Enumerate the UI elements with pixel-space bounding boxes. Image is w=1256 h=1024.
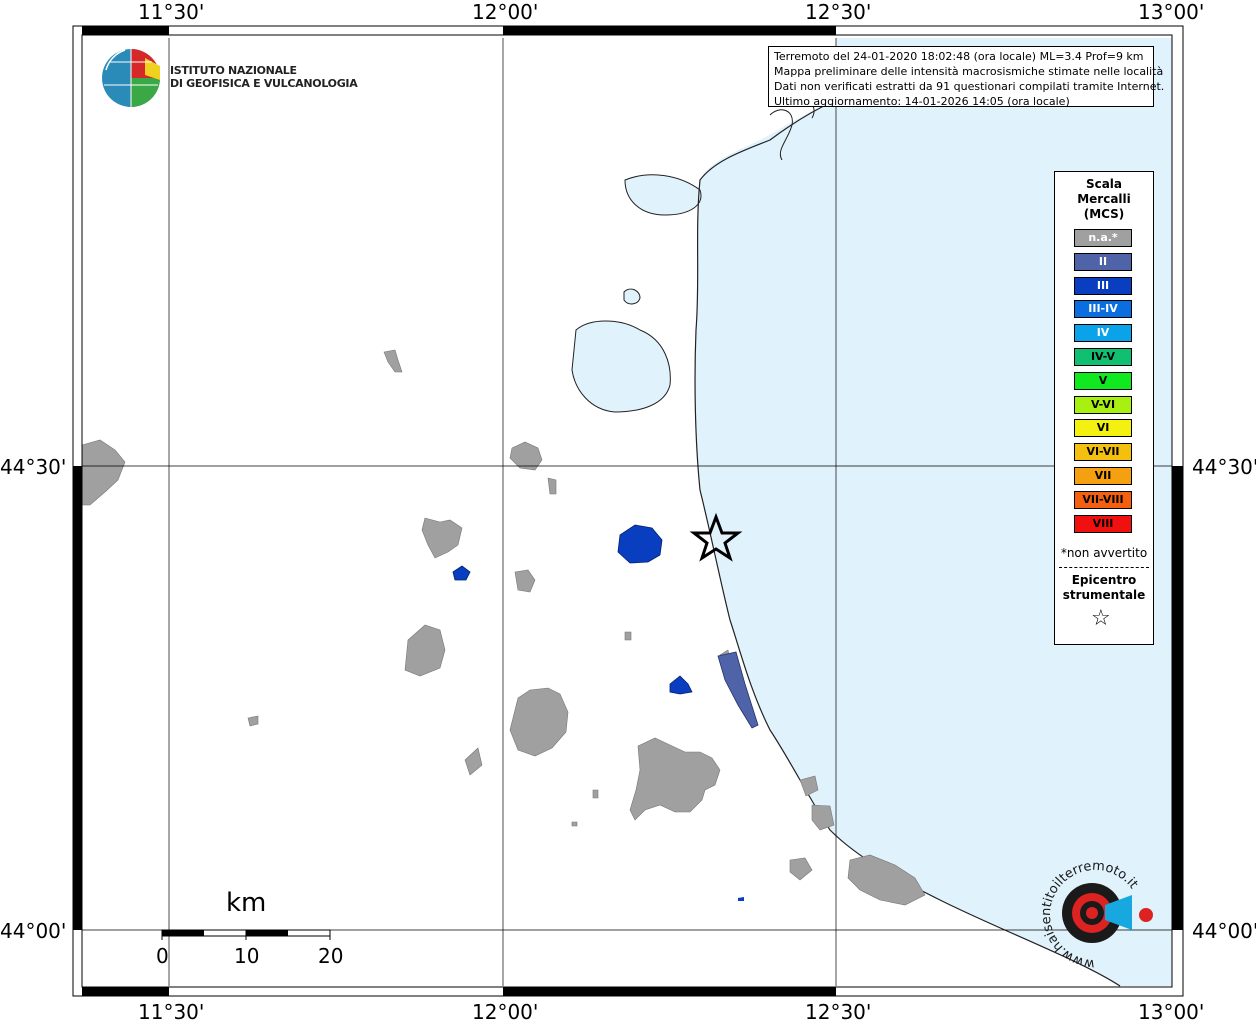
haisentito-text-ring: www.haisentitoilterremoto.it [1039,859,1141,972]
lon-tick-bottom-3: 12°30' [805,1000,872,1024]
legend-note: *non avvertito [1060,546,1148,560]
lon-tick-top-1: 11°30' [138,0,205,24]
intensity-III-small [452,565,471,581]
lagoon-north [624,174,702,216]
legend-chip-3: III-IV [1074,300,1132,319]
legend-title-2: Mercalli [1077,192,1131,206]
legend-chip-2: III [1074,276,1132,295]
ingv-logo-text: ISTITUTO NAZIONALE DI GEOFISICA E VULCAN… [170,64,358,90]
info-line-3: Dati non verificati estratti da 91 quest… [774,80,1165,93]
legend-chip-12: VIII [1074,514,1132,533]
ingv-logo [102,49,160,107]
legend-epicenter-2: strumentale [1062,588,1146,602]
intensity-III-tiny [738,897,744,901]
mcs-legend: Scala Mercalli (MCS) n.a.* II III III-IV IV I… [1054,171,1154,645]
lagoon-small [623,288,641,305]
lon-tick-top-2: 12°00' [472,0,539,24]
legend-star-icon: ☆ [1091,606,1111,631]
legend-chip-11: VII-VIII [1074,490,1132,509]
legend-chip-0: n.a.* [1074,229,1132,247]
lon-tick-bottom-1: 11°30' [138,1000,205,1024]
lat-tick-left-2: 44°00' [0,919,67,943]
info-line-1: Terremoto del 24-01-2020 18:02:48 (ora l… [774,50,1144,63]
scale-unit: km [226,888,267,918]
lat-tick-left-1: 44°30' [0,455,67,479]
legend-separator [1059,567,1149,568]
event-info-box: Terremoto del 24-01-2020 18:02:48 (ora l… [768,46,1165,108]
lagoon-valli [571,320,671,413]
legend-chip-9: VI-VII [1074,443,1132,462]
lon-tick-top-3: 12°30' [805,0,872,24]
legend-epicenter-label: Epicentro strumentale [1055,573,1153,603]
legend-chip-4: IV [1074,324,1132,343]
lon-tick-top-4: 13°00' [1138,0,1205,24]
legend-chip-5: IV-V [1074,348,1132,366]
scale-label-10: 10 [234,944,260,968]
scale-label-0: 0 [156,944,169,968]
intensity-III-east [669,675,693,695]
legend-chip-10: VII [1074,467,1132,485]
legend-epicenter-1: Epicentro [1071,573,1137,587]
lon-tick-bottom-4: 13°00' [1138,1000,1205,1024]
legend-chip-7: V-VI [1074,395,1132,414]
lon-tick-bottom-2: 12°00' [472,1000,539,1024]
info-line-4: Ultimo aggiornamento: 14-01-2026 14:05 (… [774,95,1070,108]
scale-label-20: 20 [318,944,344,968]
legend-chip-8: VI [1074,419,1132,438]
legend-title-3: (MCS) [1083,207,1125,221]
lat-tick-right-2: 44°00' [1192,919,1256,943]
intensity-III-ravenna [617,524,663,564]
lat-tick-right-1: 44°30' [1192,455,1256,479]
scale-bar [161,929,331,940]
haisentito-text: www.haisentitoilterremoto.it [1039,859,1141,972]
ingv-line-2: DI GEOFISICA E VULCANOLOGIA [170,77,358,90]
legend-chip-6: V [1074,371,1132,390]
info-line-2: Mappa preliminare delle intensità macros… [774,65,1164,78]
legend-title-1: Scala [1085,177,1123,191]
legend-chip-1: II [1074,252,1132,271]
legend-title: Scala Mercalli (MCS) [1055,177,1153,222]
ingv-line-1: ISTITUTO NAZIONALE [170,64,297,77]
